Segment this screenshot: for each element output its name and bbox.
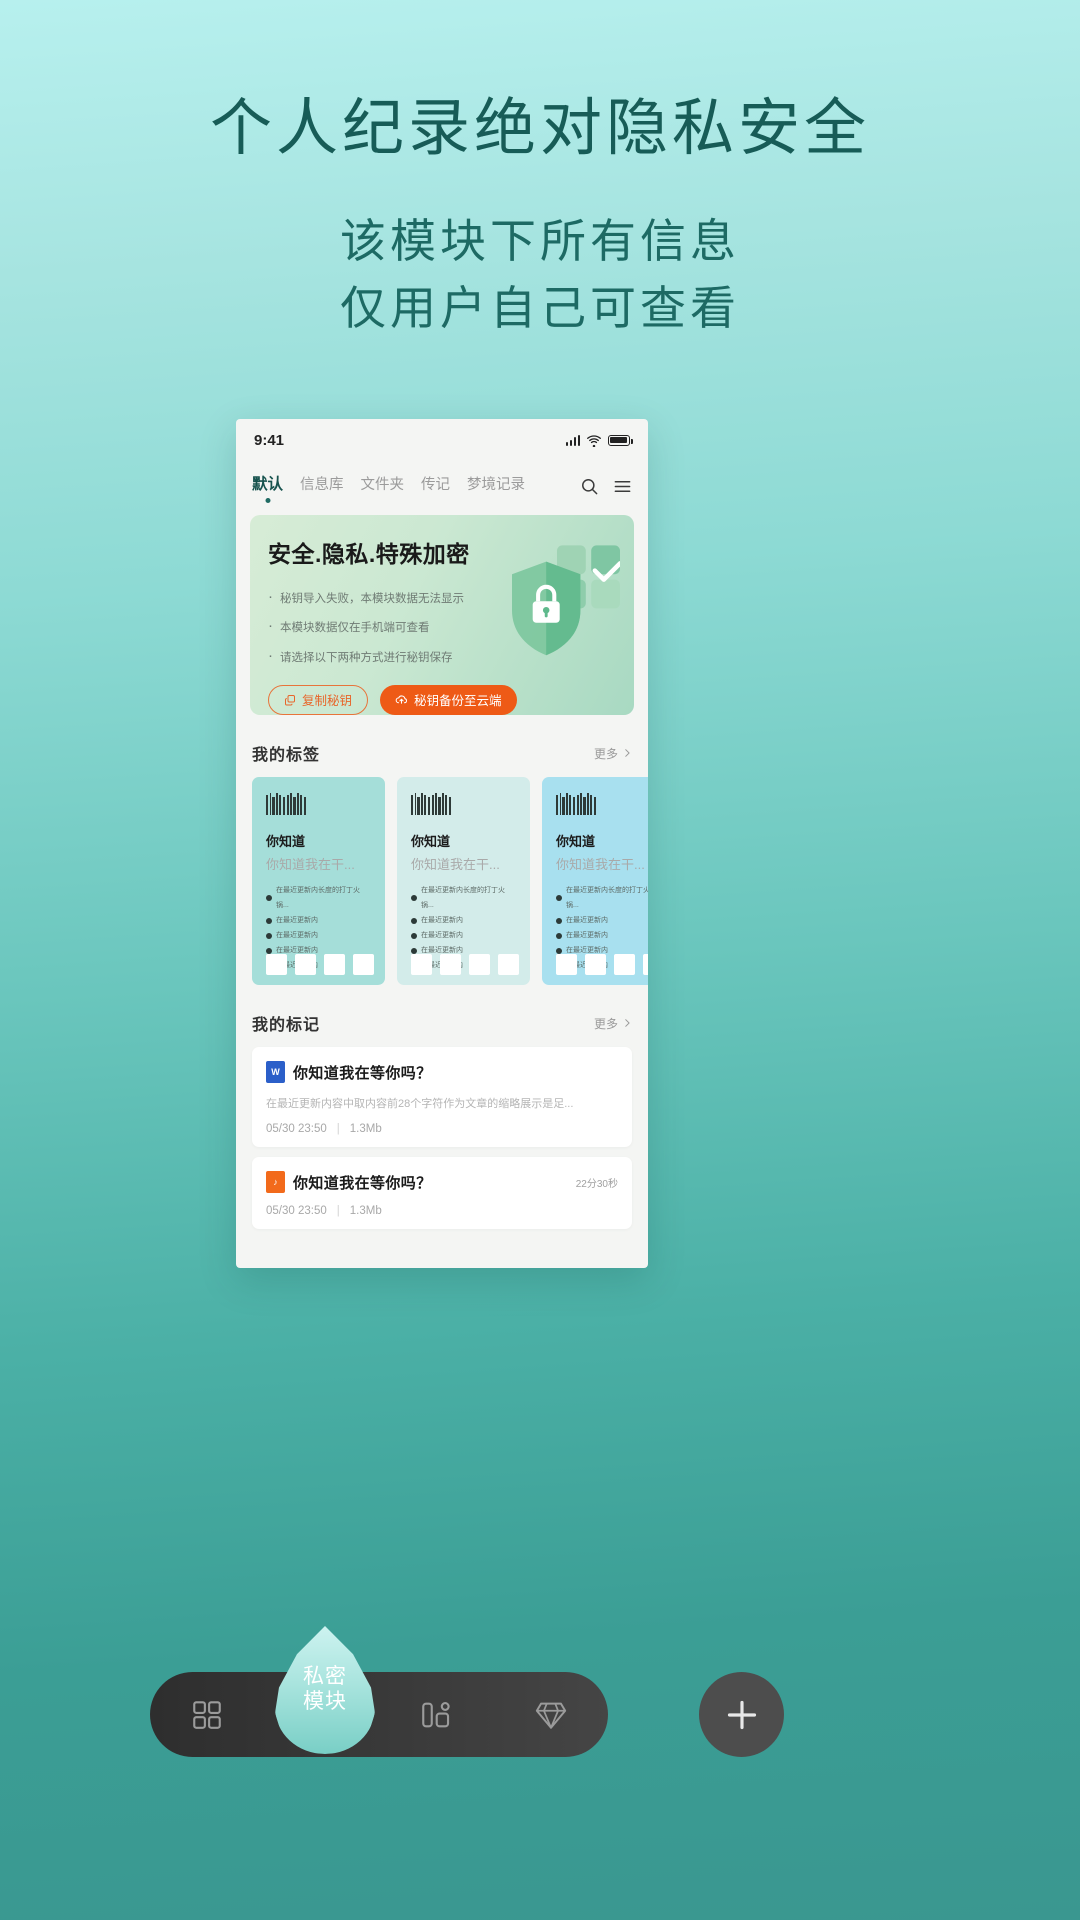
tag-card-title: 你知道 xyxy=(556,834,596,849)
cloud-upload-icon xyxy=(395,695,407,705)
tag-card-list[interactable]: 你知道 你知道我在干... 在最近更新内长度的打丁火锅... 在最近更新内 在最… xyxy=(236,777,648,985)
marks-section-header: 我的标记 更多 xyxy=(236,985,648,1047)
barcode-icon xyxy=(411,793,516,815)
mark-item-meta: 05/30 23:50 | 1.3Mb xyxy=(266,1123,618,1135)
signal-bars-icon xyxy=(565,434,580,446)
word-file-icon: W xyxy=(266,1061,285,1083)
private-module-label-line2: 模块 xyxy=(303,1690,347,1713)
mark-item-size: 1.3Mb xyxy=(349,1123,382,1135)
backup-key-label: 秘钥备份至云端 xyxy=(414,694,502,709)
list-item: 在最近更新内 xyxy=(266,928,371,943)
tag-card-subtitle: 你知道我在干... xyxy=(556,857,645,872)
security-card: 安全.隐私.特殊加密 秘钥导入失败，本模块数据无法显示 本模块数据仅在手机端可查… xyxy=(250,515,634,715)
tab-biography[interactable]: 传记 xyxy=(421,473,450,505)
page-subtitle-line-2: 仅用户自己可查看 xyxy=(340,282,740,335)
tab-dream-record[interactable]: 梦境记录 xyxy=(467,473,525,505)
search-icon[interactable] xyxy=(580,477,599,496)
audio-file-icon: ♪ xyxy=(266,1171,285,1193)
copy-key-label: 复制秘钥 xyxy=(302,694,353,709)
status-time: 9:41 xyxy=(254,431,285,449)
tag-card-squares xyxy=(556,954,648,975)
private-module-label: 私密 模块 xyxy=(303,1665,347,1715)
tag-card-title: 你知道 xyxy=(411,834,451,849)
status-bar: 9:41 xyxy=(236,419,648,461)
tags-more-label: 更多 xyxy=(593,746,618,761)
page-subtitle-line-1: 该模块下所有信息 xyxy=(340,215,740,268)
list-item: 在最近更新内 xyxy=(411,928,516,943)
mark-item-title: 你知道我在等你吗？ xyxy=(293,1174,432,1192)
backup-key-button[interactable]: 秘钥备份至云端 xyxy=(380,684,517,715)
phone-mockup: 9:41 默认 信息库 文件夹 传记 梦境记录 安全.隐私.特殊加密 · 秘钥导… xyxy=(236,419,648,1268)
mark-item-audio[interactable]: ♪ 你知道我在等你吗？ 22分30秒 05/30 23:50 | 1.3Mb xyxy=(252,1157,632,1229)
copy-key-button[interactable]: 复制秘钥 xyxy=(268,684,369,715)
tab-bar-actions xyxy=(580,477,632,505)
bottom-nav: 私密 模块 xyxy=(0,1626,1080,1806)
list-item: 在最近更新内 xyxy=(556,913,648,928)
list-item: 在最近更新内 xyxy=(266,913,371,928)
list-item: 在最近更新内 xyxy=(411,913,516,928)
tag-card[interactable]: 你知道 你知道我在干... 在最近更新内长度的打丁火锅... 在最近更新内 在最… xyxy=(542,777,648,985)
bottom-nav-bar xyxy=(150,1672,608,1757)
status-icons xyxy=(565,434,633,447)
tab-info-library[interactable]: 信息库 xyxy=(300,473,344,505)
tags-section-header: 我的标签 更多 xyxy=(236,715,648,777)
list-item: 在最近更新内 xyxy=(556,928,648,943)
mark-item-date: 05/30 23:50 xyxy=(266,1123,327,1135)
mark-item-desc: 在最近更新内容中取内容前28个字符作为文章的缩略展示是足... xyxy=(266,1098,574,1110)
mark-item-header: ♪ 你知道我在等你吗？ 22分30秒 xyxy=(266,1171,618,1193)
layout-icon xyxy=(422,1701,450,1727)
mark-item-meta: 05/30 23:50 | 1.3Mb xyxy=(266,1205,618,1217)
barcode-icon xyxy=(266,793,371,815)
wifi-icon xyxy=(587,434,601,447)
marks-more-link[interactable]: 更多 xyxy=(594,1015,632,1032)
tab-default[interactable]: 默认 xyxy=(252,472,283,505)
tags-more-link[interactable]: 更多 xyxy=(594,745,632,762)
tag-card[interactable]: 你知道 你知道我在干... 在最近更新内长度的打丁火锅... 在最近更新内 在最… xyxy=(252,777,385,985)
battery-icon xyxy=(608,434,633,446)
tag-card-squares xyxy=(266,954,379,975)
plus-icon xyxy=(727,1700,756,1729)
page-title: 个人纪录绝对隐私安全 xyxy=(209,94,870,163)
list-item: 在最近更新内长度的打丁火锅... xyxy=(556,883,648,913)
shield-lock-icon xyxy=(512,545,620,656)
copy-icon xyxy=(285,694,295,706)
chevron-right-icon xyxy=(625,749,630,757)
list-item: 在最近更新内长度的打丁火锅... xyxy=(411,883,516,913)
nav-item-layout[interactable] xyxy=(379,1698,494,1732)
tag-card-subtitle: 你知道我在干... xyxy=(411,857,500,872)
tab-folder[interactable]: 文件夹 xyxy=(361,473,405,505)
tab-bar: 默认 信息库 文件夹 传记 梦境记录 xyxy=(236,461,648,505)
marks-section-title: 我的标记 xyxy=(252,1017,321,1034)
security-card-actions: 复制秘钥 秘钥备份至云端 xyxy=(268,684,616,715)
chevron-right-icon xyxy=(625,1019,630,1027)
mark-item-duration: 22分30秒 xyxy=(575,1178,618,1190)
page-subtitle: 该模块下所有信息 仅用户自己可查看 xyxy=(0,208,1080,341)
nav-item-private-module[interactable]: 私密 模块 xyxy=(275,1626,375,1754)
menu-icon[interactable] xyxy=(613,477,632,496)
meta-separator: | xyxy=(336,1205,340,1217)
mark-item-word[interactable]: W 你知道我在等你吗？ 在最近更新内容中取内容前28个字符作为文章的缩略展示是足… xyxy=(252,1047,632,1147)
mark-item-header: W 你知道我在等你吗？ xyxy=(266,1061,618,1083)
tag-card[interactable]: 你知道 你知道我在干... 在最近更新内长度的打丁火锅... 在最近更新内 在最… xyxy=(397,777,530,985)
nav-item-grid[interactable] xyxy=(150,1698,265,1732)
nav-item-diamond[interactable] xyxy=(494,1698,609,1732)
tag-card-squares xyxy=(411,954,524,975)
meta-separator: | xyxy=(336,1123,340,1135)
marks-more-label: 更多 xyxy=(593,1016,618,1031)
list-item: 在最近更新内长度的打丁火锅... xyxy=(266,883,371,913)
tag-card-title: 你知道 xyxy=(266,834,306,849)
grid-icon xyxy=(193,1700,222,1729)
mark-item-size: 1.3Mb xyxy=(349,1205,382,1217)
diamond-icon xyxy=(535,1702,566,1729)
add-button[interactable] xyxy=(699,1672,784,1757)
private-module-label-line1: 私密 xyxy=(303,1665,347,1689)
tag-card-subtitle: 你知道我在干... xyxy=(266,857,355,872)
mark-item-date: 05/30 23:50 xyxy=(266,1205,327,1217)
tags-section-title: 我的标签 xyxy=(252,747,321,764)
mark-item-title: 你知道我在等你吗？ xyxy=(293,1064,432,1082)
barcode-icon xyxy=(556,793,648,815)
